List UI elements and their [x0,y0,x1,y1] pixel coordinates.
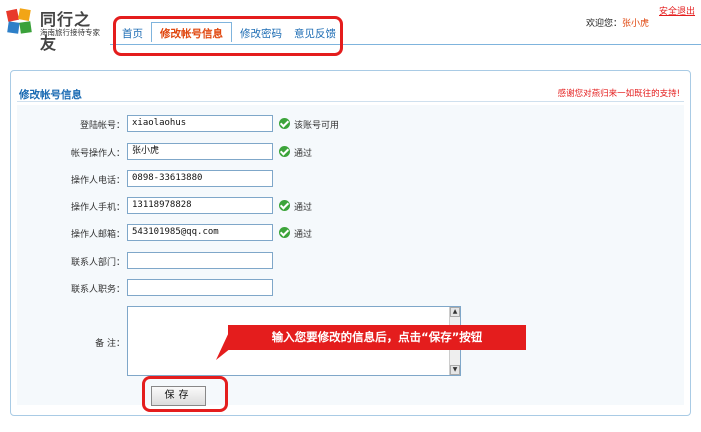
scroll-up-icon[interactable]: ▲ [450,307,460,317]
login-account-field[interactable]: xiaolaohus [127,115,273,132]
check-icon [279,146,290,157]
panel-thanks: 感谢您对燕归来一如既往的支持! [557,89,680,99]
logout-link[interactable]: 安全退出 [659,4,695,17]
email-field[interactable]: 543101985@qq.com [127,224,273,241]
check-icon [279,227,290,238]
label-phone: 操作人电话： [70,176,125,186]
label-mobile: 操作人手机： [70,203,125,213]
label-email: 操作人邮箱： [70,230,125,240]
status-login-account: 该账号可用 [294,121,340,131]
label-operator: 帐号操作人： [70,149,125,159]
label-remark: 备 注： [95,339,125,349]
scroll-down-icon[interactable]: ▼ [450,365,460,375]
logo-mark-icon [6,8,32,34]
status-operator: 通过 [294,149,313,159]
operator-field[interactable]: 张小虎 [127,143,273,160]
save-highlight-box [142,376,228,412]
logo[interactable]: 同行之友 海南旅行接待专家 [6,6,106,53]
check-icon [279,200,290,211]
welcome-text: 欢迎您：张小虎 [586,16,649,29]
account-panel: 修改帐号信息 感谢您对燕归来一如既往的支持! 登陆帐号： xiaolaohus … [10,70,691,416]
panel-title: 修改帐号信息 [19,89,82,101]
label-login-account: 登陆帐号： [79,121,125,131]
label-position: 联系人职务： [70,285,125,295]
welcome-label: 欢迎您： [586,19,623,29]
nav-highlight-box [113,16,343,56]
logo-subtitle: 海南旅行接待专家 [40,28,100,37]
instruction-callout: 输入您要修改的信息后，点击“保存”按钮 [228,325,526,350]
position-field[interactable] [127,279,273,296]
label-department: 联系人部门： [70,258,125,268]
status-mobile: 通过 [294,203,313,213]
panel-divider [17,101,684,102]
status-email: 通过 [294,230,313,240]
mobile-field[interactable]: 13118978828 [127,197,273,214]
page: 同行之友 海南旅行接待专家 首页 修改帐号信息 修改密码 意见反馈 安全退出 欢… [0,0,701,432]
phone-field[interactable]: 0898-33613880 [127,170,273,187]
check-icon [279,118,290,129]
department-field[interactable] [127,252,273,269]
welcome-username: 张小虎 [622,19,650,29]
